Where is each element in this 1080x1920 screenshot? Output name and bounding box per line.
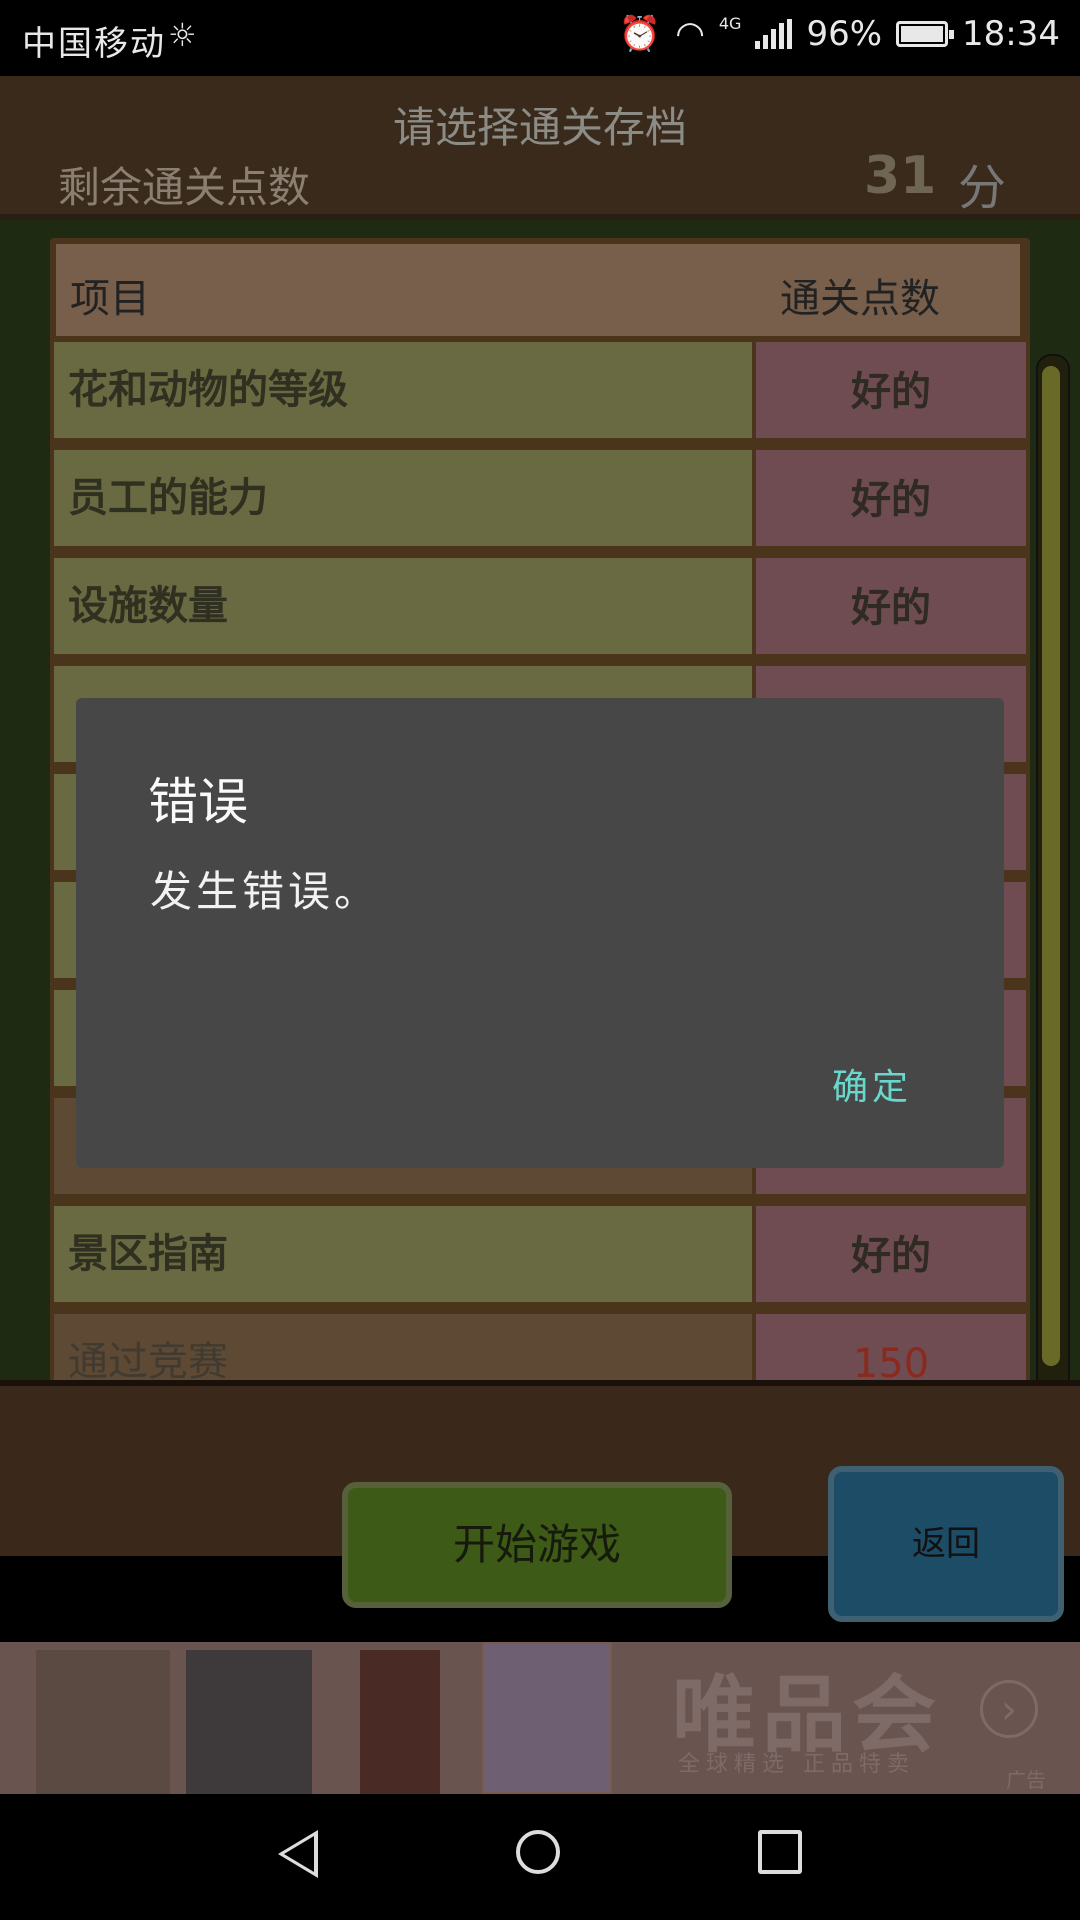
ad-tagline: 全球精选 正品特卖 bbox=[678, 1752, 915, 1777]
chevron-right-icon[interactable]: › bbox=[980, 1680, 1038, 1738]
row-name: 花和动物的等级 bbox=[54, 342, 752, 438]
row-value: 好的 bbox=[756, 558, 1026, 654]
error-dialog: 错误 发生错误。 确定 bbox=[76, 698, 1004, 1168]
ad-banner[interactable]: 唯品会 全球精选 正品特卖 › 广告 bbox=[0, 1642, 1080, 1794]
ok-button[interactable]: 确定 bbox=[832, 1058, 912, 1110]
ad-product-photo bbox=[482, 1642, 612, 1794]
points-label: 剩余通关点数 bbox=[58, 163, 311, 212]
points-unit: 分 bbox=[958, 160, 1007, 216]
network-type: 4G bbox=[718, 14, 742, 33]
battery-icon bbox=[896, 21, 955, 47]
clock: 18:34 bbox=[962, 14, 1060, 54]
battery-percent: 96% bbox=[806, 14, 883, 54]
signal-icon bbox=[755, 19, 793, 49]
alarm-icon: ⏰ bbox=[618, 14, 662, 54]
carrier-name: 中国移动 bbox=[22, 24, 166, 64]
ad-label: 广告 bbox=[1006, 1768, 1046, 1792]
row-name: 设施数量 bbox=[54, 558, 752, 654]
status-icons: ⏰ ◠ 4G 96% 18:34 bbox=[619, 14, 1060, 54]
home-circle-icon[interactable] bbox=[516, 1830, 560, 1874]
row-value: 好的 bbox=[756, 342, 1026, 438]
column-header-item: 项目 bbox=[70, 276, 150, 322]
dialog-title: 错误 bbox=[148, 773, 248, 831]
table-header: 项目 通关点数 bbox=[56, 244, 1020, 336]
status-bar: 中国移动 ☼ ⏰ ◠ 4G 96% 18:34 bbox=[0, 0, 1080, 76]
table-row[interactable]: 设施数量 好的 bbox=[54, 558, 1026, 660]
row-value: 好的 bbox=[756, 1206, 1026, 1302]
scroll-thumb[interactable] bbox=[1042, 366, 1060, 1366]
ad-model-photo bbox=[186, 1650, 312, 1794]
back-button[interactable]: 返回 bbox=[828, 1466, 1064, 1622]
ad-model-photo bbox=[36, 1650, 170, 1794]
points-value: 31 bbox=[864, 146, 937, 206]
table-row[interactable]: 花和动物的等级 好的 bbox=[54, 342, 1026, 444]
row-name: 景区指南 bbox=[54, 1206, 752, 1302]
row-value: 好的 bbox=[756, 450, 1026, 546]
start-game-button[interactable]: 开始游戏 bbox=[342, 1482, 732, 1608]
ad-product-photo bbox=[360, 1650, 440, 1794]
table-row[interactable]: 景区指南 好的 bbox=[54, 1206, 1026, 1308]
recent-apps-square-icon[interactable] bbox=[758, 1830, 802, 1874]
header: 请选择通关存档 剩余通关点数 31 分 bbox=[0, 76, 1080, 220]
dialog-message: 发生错误。 bbox=[150, 867, 381, 916]
back-triangle-icon[interactable] bbox=[278, 1830, 318, 1878]
wifi-icon: ◠ bbox=[675, 14, 705, 54]
table-row[interactable]: 员工的能力 好的 bbox=[54, 450, 1026, 552]
column-header-points: 通关点数 bbox=[780, 276, 940, 322]
row-name: 员工的能力 bbox=[54, 450, 752, 546]
brightness-icon: ☼ bbox=[168, 16, 197, 54]
navigation-bar bbox=[0, 1794, 1080, 1920]
table-scrollbar[interactable] bbox=[1036, 354, 1070, 1448]
